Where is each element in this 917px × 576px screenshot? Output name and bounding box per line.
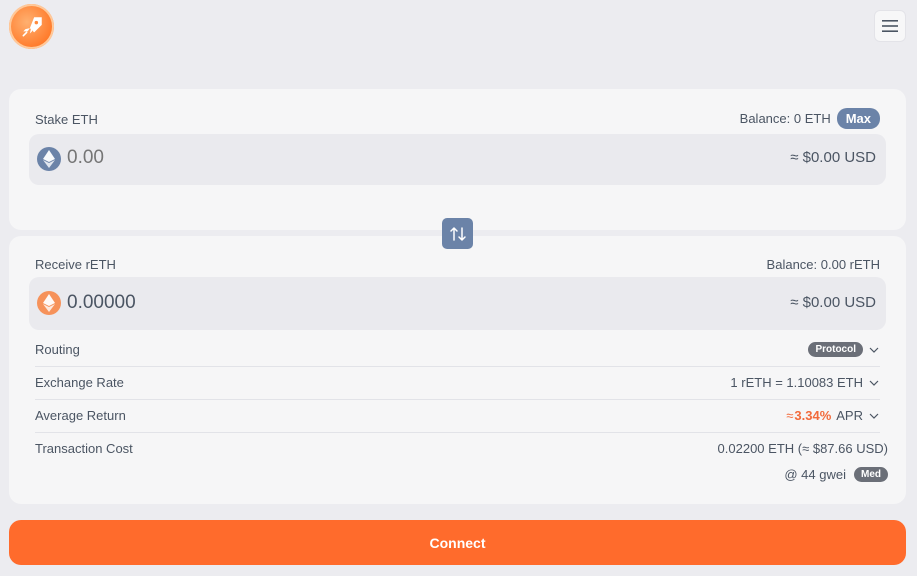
max-button[interactable]: Max [836,108,880,129]
hamburger-menu-icon[interactable] [874,10,906,42]
top-bar [0,0,917,60]
receive-usd-value: ≈ $0.00 USD [790,294,876,311]
swap-arrows-icon[interactable] [442,218,473,249]
reth-icon [37,291,61,315]
receive-balance: Balance: 0.00 rETH [767,257,880,272]
receive-card: Receive rETH Balance: 0.00 rETH 0.00000 … [9,236,906,504]
apr-prefix: ≈ [786,408,794,423]
transaction-cost-value: 0.02200 ETH (≈ $87.66 USD) [717,441,888,456]
receive-input-box: 0.00000 ≈ $0.00 USD [29,277,886,330]
exchange-rate-value: 1 rETH = 1.10083 ETH [730,375,880,390]
routing-badge: Protocol [808,342,863,357]
stake-amount-input[interactable] [67,147,467,169]
apr-percent: 3.34% [794,408,832,423]
chevron-down-icon[interactable] [868,377,880,389]
transaction-cost-label: Transaction Cost [35,441,133,456]
average-return-row[interactable]: Average Return ≈ 3.34% APR [35,400,880,433]
routing-row[interactable]: Routing Protocol [35,334,880,367]
receive-label: Receive rETH [35,257,116,272]
stake-usd-value: ≈ $0.00 USD [790,149,876,166]
stake-input-box[interactable]: ≈ $0.00 USD [29,134,886,185]
stake-card: Stake ETH Balance: 0 ETH Max ≈ $0.00 USD [9,89,906,230]
exchange-rate-row[interactable]: Exchange Rate 1 rETH = 1.10083 ETH [35,367,880,400]
exchange-rate-text: 1 rETH = 1.10083 ETH [730,375,863,390]
exchange-rate-label: Exchange Rate [35,375,124,390]
eth-icon [37,147,61,171]
receive-balance-text: Balance: 0.00 rETH [766,257,880,272]
average-return-label: Average Return [35,408,126,423]
stake-label: Stake ETH [35,112,98,127]
routing-value: Protocol [808,342,880,357]
average-return-value: ≈ 3.34% APR [786,408,880,423]
routing-label: Routing [35,342,80,357]
stake-balance-text: Balance: 0 ETH [739,111,831,126]
transaction-cost-row: Transaction Cost 0.02200 ETH (≈ $87.66 U… [35,433,888,493]
rocket-icon[interactable] [9,4,54,49]
gas-speed-badge[interactable]: Med [854,467,888,482]
chevron-down-icon[interactable] [868,344,880,356]
gas-price-text: @ 44 gwei [784,467,846,482]
apr-suffix: APR [836,408,863,423]
connect-button[interactable]: Connect [9,520,906,565]
gas-price: @ 44 gwei Med [784,467,888,482]
stake-balance: Balance: 0 ETH Max [740,108,880,129]
receive-amount: 0.00000 [67,292,136,313]
chevron-down-icon[interactable] [868,410,880,422]
